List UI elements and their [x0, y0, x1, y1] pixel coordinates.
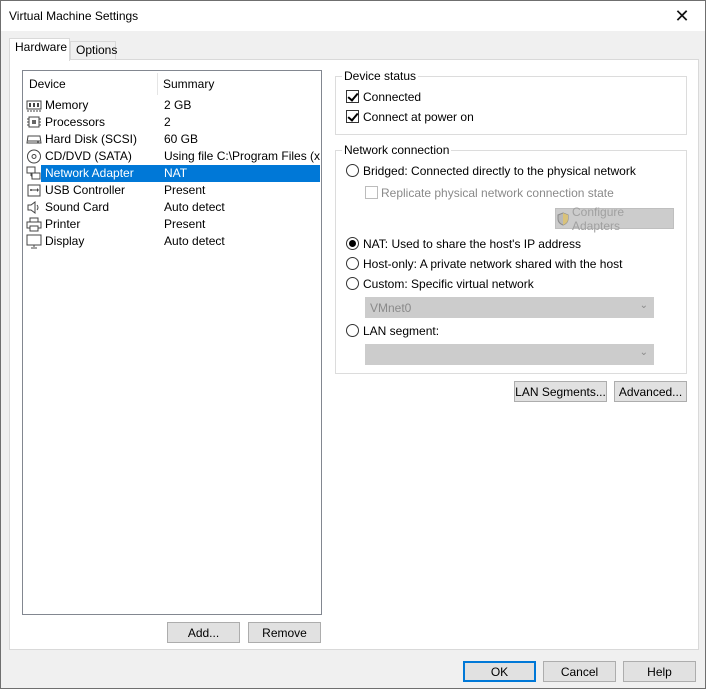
- bridged-radio[interactable]: [346, 164, 359, 177]
- connect-at-power-on-label[interactable]: Connect at power on: [363, 110, 474, 124]
- ok-label: OK: [490, 664, 509, 679]
- device-status-group: Device status Connected Connect at power…: [335, 69, 687, 135]
- device-summary: Using file C:\Program Files (x...: [164, 149, 320, 163]
- hard-disk-icon: [26, 132, 42, 147]
- tab-options[interactable]: Options: [70, 41, 117, 60]
- display-icon: [26, 234, 42, 249]
- host-only-label[interactable]: Host-only: A private network shared with…: [363, 257, 622, 271]
- device-summary: 2 GB: [164, 98, 192, 112]
- lan-segment-label[interactable]: LAN segment:: [363, 324, 439, 338]
- column-header-device[interactable]: Device: [29, 77, 66, 91]
- device-name: Printer: [45, 217, 81, 231]
- lan-segments-label: LAN Segments...: [515, 384, 606, 399]
- configure-adapters-button[interactable]: Configure Adapters: [555, 205, 674, 233]
- tab-hardware[interactable]: Hardware: [9, 38, 70, 61]
- usb-icon: [26, 183, 42, 198]
- help-label: Help: [647, 664, 672, 679]
- help-button[interactable]: Help: [623, 661, 696, 682]
- chevron-down-icon: ⌄: [639, 347, 648, 358]
- dialog-button-bar: OK Cancel Help: [1, 651, 705, 688]
- device-name: Memory: [45, 98, 89, 112]
- device-name: Hard Disk (SCSI): [45, 132, 138, 146]
- memory-icon: [26, 98, 42, 113]
- device-status-title: Device status: [342, 69, 419, 83]
- cancel-button[interactable]: Cancel: [543, 661, 616, 682]
- device-row-usb-controller[interactable]: USB Controller Present: [26, 182, 320, 199]
- device-summary: Present: [164, 183, 206, 197]
- replicate-state-label[interactable]: Replicate physical network connection st…: [381, 186, 614, 200]
- close-button[interactable]: ✕: [659, 1, 705, 31]
- connected-label[interactable]: Connected: [363, 90, 421, 104]
- device-row-memory[interactable]: Memory 2 GB: [26, 97, 320, 114]
- device-row-sound-card[interactable]: Sound Card Auto detect: [26, 199, 320, 216]
- device-row-display[interactable]: Display Auto detect: [26, 233, 320, 250]
- add-device-button[interactable]: Add...: [167, 622, 240, 643]
- advanced-label: Advanced...: [618, 384, 683, 399]
- replicate-state-checkbox[interactable]: [365, 186, 378, 199]
- device-name: USB Controller: [45, 183, 126, 197]
- lan-segments-button[interactable]: LAN Segments...: [514, 381, 607, 402]
- custom-network-select[interactable]: VMnet0 ⌄: [365, 297, 654, 318]
- device-summary: Present: [164, 217, 206, 231]
- add-button-label: Add...: [187, 625, 220, 640]
- network-connection-group: Network connection Bridged: Connected di…: [335, 143, 687, 374]
- device-name: Display: [45, 234, 85, 248]
- lan-segment-radio[interactable]: [346, 324, 359, 337]
- device-name: CD/DVD (SATA): [45, 149, 132, 163]
- device-row-hard-disk[interactable]: Hard Disk (SCSI) 60 GB: [26, 131, 320, 148]
- processor-icon: [26, 115, 42, 130]
- column-header-summary[interactable]: Summary: [163, 77, 214, 91]
- printer-icon: [26, 217, 42, 232]
- device-summary: NAT: [164, 166, 188, 180]
- host-only-radio[interactable]: [346, 257, 359, 270]
- device-row-printer[interactable]: Printer Present: [26, 216, 320, 233]
- remove-button-label: Remove: [262, 625, 307, 640]
- title-bar: Virtual Machine Settings ✕: [1, 1, 705, 31]
- device-summary: Auto detect: [164, 234, 225, 248]
- nat-label[interactable]: NAT: Used to share the host's IP address: [363, 237, 581, 251]
- vm-settings-window: Virtual Machine Settings ✕ Hardware Opti…: [0, 0, 706, 689]
- device-name: Processors: [45, 115, 106, 129]
- custom-label[interactable]: Custom: Specific virtual network: [363, 277, 534, 291]
- shield-icon: [556, 211, 570, 226]
- connect-at-power-on-checkbox[interactable]: [346, 110, 359, 123]
- column-separator[interactable]: [157, 73, 158, 95]
- bridged-label[interactable]: Bridged: Connected directly to the physi…: [363, 164, 636, 178]
- device-list[interactable]: Device Summary Memory 2 GB Processors 2: [22, 70, 322, 615]
- custom-network-value: VMnet0: [370, 301, 412, 315]
- device-summary: 2: [164, 115, 171, 129]
- cancel-label: Cancel: [560, 664, 599, 679]
- remove-device-button[interactable]: Remove: [248, 622, 321, 643]
- advanced-button[interactable]: Advanced...: [614, 381, 687, 402]
- device-summary: 60 GB: [164, 132, 199, 146]
- device-row-cd-dvd[interactable]: CD/DVD (SATA) Using file C:\Program File…: [26, 148, 320, 165]
- ok-button[interactable]: OK: [463, 661, 536, 682]
- custom-radio[interactable]: [346, 277, 359, 290]
- sound-card-icon: [26, 200, 42, 215]
- connected-checkbox[interactable]: [346, 90, 359, 103]
- device-name: Sound Card: [45, 200, 110, 214]
- hardware-tab-panel: Device Summary Memory 2 GB Processors 2: [9, 59, 699, 650]
- chevron-down-icon: ⌄: [639, 300, 648, 311]
- nat-radio[interactable]: [346, 237, 359, 250]
- network-connection-title: Network connection: [342, 143, 452, 157]
- configure-adapters-label: Configure Adapters: [572, 204, 625, 233]
- network-adapter-icon: [26, 166, 42, 181]
- cd-dvd-icon: [26, 149, 42, 164]
- lan-segment-select[interactable]: ⌄: [365, 344, 654, 365]
- window-title: Virtual Machine Settings: [9, 9, 139, 23]
- device-row-processors[interactable]: Processors 2: [26, 114, 320, 131]
- device-summary: Auto detect: [164, 200, 225, 214]
- device-name: Network Adapter: [45, 166, 134, 180]
- device-row-network-adapter[interactable]: Network Adapter NAT: [26, 165, 320, 182]
